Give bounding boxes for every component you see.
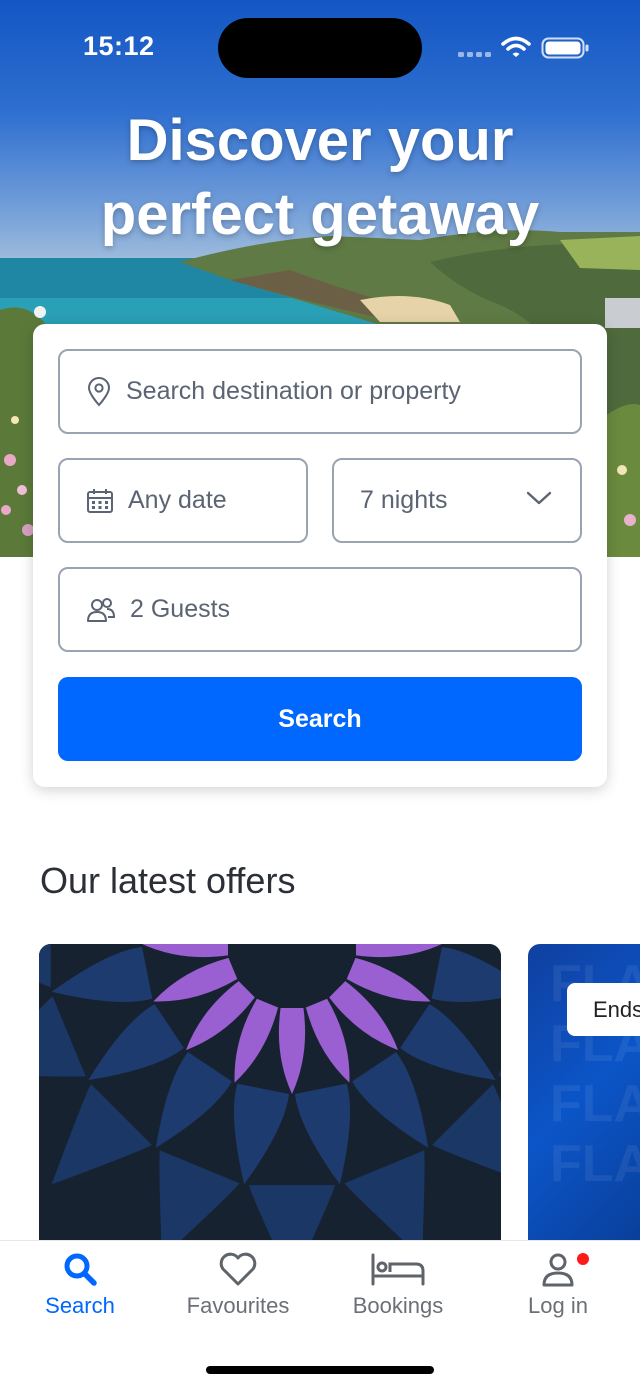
tab-favourites[interactable]: Favourites [158,1241,318,1341]
calendar-icon [86,488,114,514]
offers-section-title: Our latest offers [40,860,296,901]
status-time: 15:12 [83,31,155,61]
dynamic-island [218,18,422,78]
tab-search[interactable]: Search [0,1241,160,1341]
search-button[interactable]: Search [58,677,582,761]
tab-favourites-label: Favourites [186,1293,290,1318]
battery-icon [541,37,589,59]
notification-dot [575,1251,591,1267]
location-pin-icon [86,376,112,407]
offer-watermark-text: FLA [550,1075,640,1133]
offer-ends-badge: Ends [567,983,640,1036]
tab-bookings[interactable]: Bookings [318,1241,478,1341]
cellular-signal-icon [458,52,491,57]
search-icon [0,1251,160,1287]
guests-icon [86,597,116,623]
hero-title-line-2: perfect getaway [100,182,540,247]
tab-search-label: Search [45,1293,115,1318]
destination-search-field[interactable]: Search destination or property [58,349,582,434]
offer-watermark-text: FLA [550,1135,640,1193]
bottom-tab-bar: Search Favourites Bookings Log in [0,1240,640,1385]
tab-bookings-label: Bookings [352,1293,444,1318]
home-indicator [206,1366,434,1374]
offer-card-image [39,944,501,1244]
nights-value: 7 nights [360,486,448,514]
offer-pattern-petal [39,944,51,988]
heart-icon [158,1251,318,1287]
guests-value: 2 Guests [130,595,231,623]
tab-log-in[interactable]: Log in [478,1241,638,1341]
nights-dropdown[interactable]: 7 nights [332,458,582,543]
offer-card[interactable] [39,944,501,1244]
search-card: Search destination or property Any date … [33,324,607,787]
status-bar: 15:12 [0,0,640,96]
chevron-down-icon [526,490,552,511]
wifi-icon [501,36,531,57]
guests-field[interactable]: 2 Guests [58,567,582,652]
bed-icon [318,1251,478,1287]
hero-title: Discover your perfect getaway [0,104,640,252]
destination-search-placeholder: Search destination or property [126,377,461,405]
offer-card[interactable]: FLA FLA FLA FLA Ends [528,944,640,1244]
date-picker-field[interactable]: Any date [58,458,308,543]
user-icon [478,1251,638,1287]
tab-log-in-label: Log in [528,1293,588,1318]
hero-title-line-1: Discover your [126,108,514,173]
date-value: Any date [128,486,227,514]
